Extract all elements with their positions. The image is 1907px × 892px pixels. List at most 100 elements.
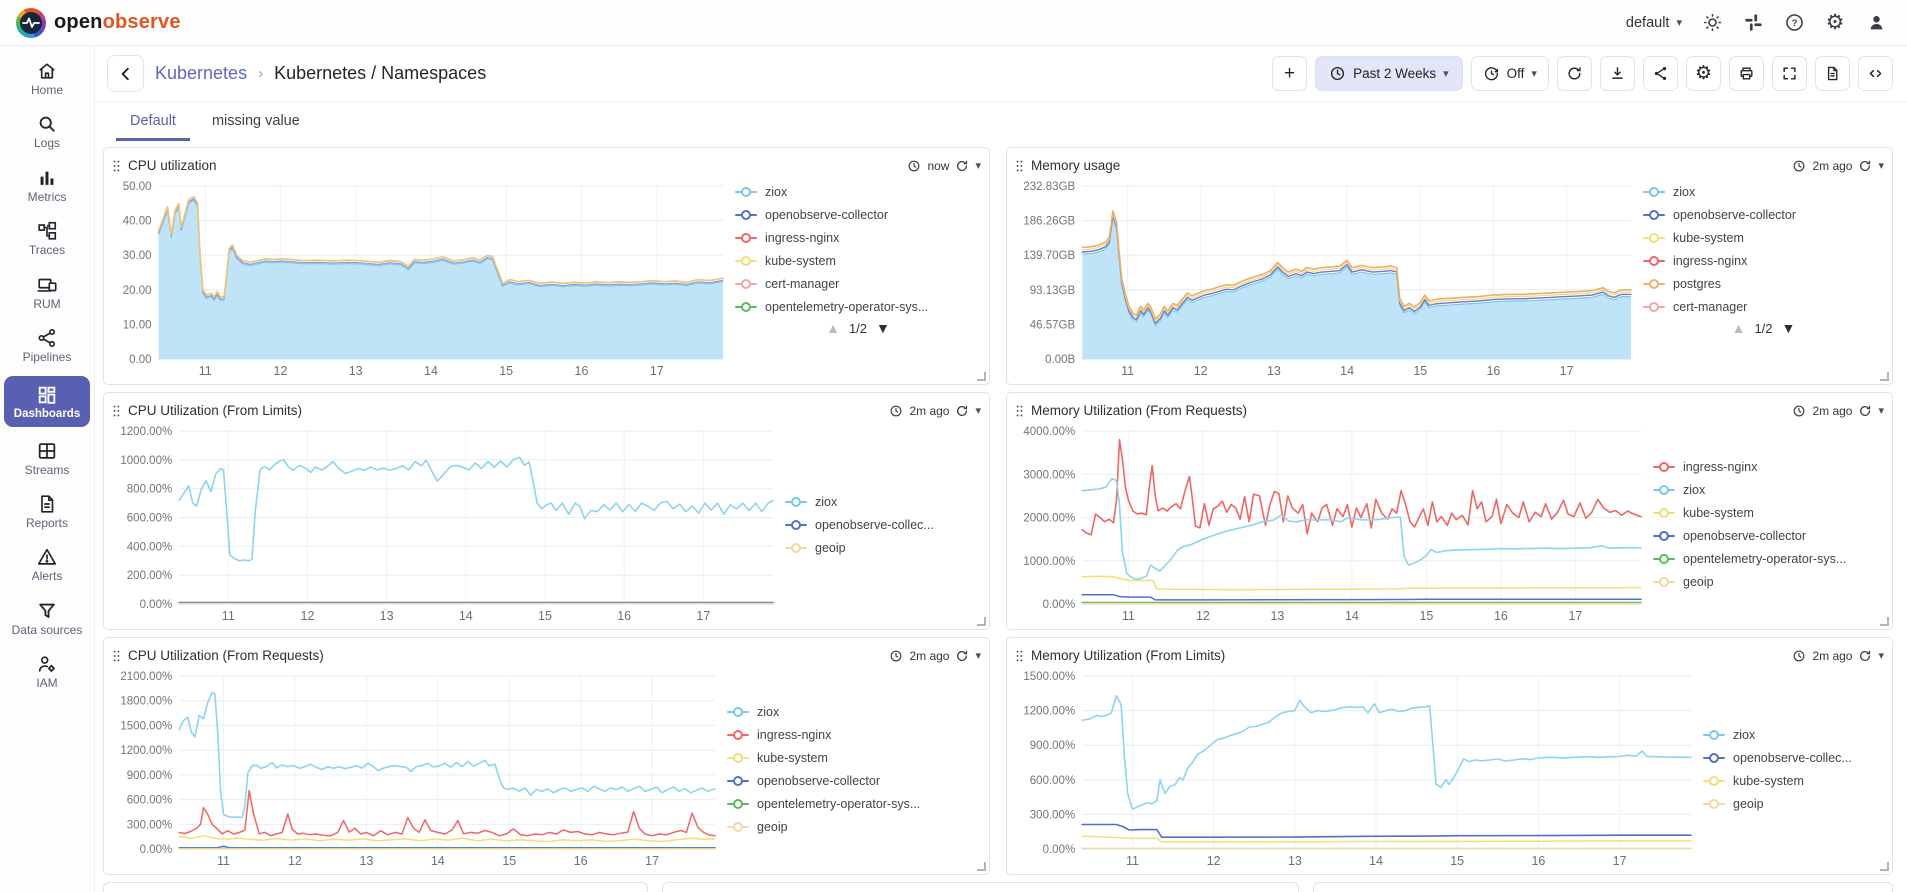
legend-page-down-icon[interactable]: ▼ (1782, 320, 1796, 336)
panel-menu-caret[interactable]: ▾ (1878, 649, 1884, 662)
legend-item[interactable]: kube-system (1653, 502, 1884, 525)
svg-text:14: 14 (1340, 364, 1354, 378)
openobserve-logo[interactable]: openobserve (16, 8, 181, 38)
sidebar-item-logs[interactable]: Logs (4, 108, 90, 153)
fullscreen-button[interactable] (1772, 56, 1807, 91)
chart-canvas[interactable]: 1200.00%1000.00%800.00%600.00%400.00%200… (112, 424, 781, 625)
panel-refresh-button[interactable] (1858, 649, 1872, 663)
legend-label: geoip (757, 820, 788, 834)
chart-canvas[interactable]: 4000.00%3000.00%2000.00%1000.00%0.00%111… (1015, 424, 1649, 625)
legend-marker-icon (1643, 210, 1665, 220)
sidebar-item-pipelines[interactable]: Pipelines (4, 322, 90, 367)
drag-handle-icon[interactable] (112, 649, 121, 663)
panel-refresh-button[interactable] (955, 649, 969, 663)
add-panel-button[interactable]: + (1272, 56, 1307, 91)
legend-item[interactable]: ingress-nginx (735, 226, 981, 249)
dashboard-settings-button[interactable]: ⚙ (1686, 56, 1721, 91)
tab-missing-value[interactable]: missing value (198, 105, 314, 141)
download-button[interactable] (1600, 56, 1635, 91)
legend-item[interactable]: opentelemetry-operator-sys... (1653, 548, 1884, 571)
legend-item[interactable]: openobserve-collec... (785, 513, 981, 536)
legend-item[interactable]: ingress-nginx (727, 724, 981, 747)
svg-text:1200.00%: 1200.00% (120, 745, 172, 757)
sidebar-item-streams[interactable]: Streams (4, 435, 90, 480)
refresh-button[interactable] (1557, 56, 1592, 91)
chart-canvas[interactable]: 2100.00%1800.00%1500.00%1200.00%900.00%6… (112, 669, 723, 870)
legend-item[interactable]: geoip (1703, 793, 1884, 816)
panel-menu-caret[interactable]: ▾ (1878, 404, 1884, 417)
chart-canvas[interactable]: 1500.00%1200.00%900.00%600.00%300.00%0.0… (1015, 669, 1699, 870)
legend-page-up-icon[interactable]: ▲ (1732, 320, 1746, 336)
legend-item[interactable]: ziox (735, 180, 981, 203)
legend-item[interactable]: openobserve-collector (1653, 525, 1884, 548)
panel-menu-caret[interactable]: ▾ (1878, 159, 1884, 172)
drag-handle-icon[interactable] (1015, 159, 1024, 173)
legend-item[interactable]: geoip (1653, 571, 1884, 594)
sidebar-item-data-sources[interactable]: Data sources (4, 595, 90, 640)
panel-menu-caret[interactable]: ▾ (975, 159, 981, 172)
slack-icon[interactable] (1742, 12, 1764, 34)
legend-item[interactable]: opentelemetry-operator-sys... (735, 295, 981, 318)
legend-item[interactable]: ingress-nginx (1653, 456, 1884, 479)
drag-handle-icon[interactable] (1015, 649, 1024, 663)
legend-item[interactable]: ingress-nginx (1643, 249, 1884, 272)
legend-item[interactable]: openobserve-collector (735, 203, 981, 226)
chart-canvas[interactable]: 50.0040.0030.0020.0010.000.0011121314151… (112, 179, 731, 380)
legend-item[interactable]: ziox (1703, 724, 1884, 747)
print-button[interactable] (1729, 56, 1764, 91)
legend-page-up-icon[interactable]: ▲ (826, 320, 840, 336)
legend-page-down-icon[interactable]: ▼ (876, 320, 890, 336)
legend-item[interactable]: opentelemetry-operator-sys... (727, 793, 981, 816)
auto-refresh-picker[interactable]: Off ▾ (1471, 56, 1549, 91)
panel-menu-caret[interactable]: ▾ (975, 404, 981, 417)
help-icon[interactable]: ? (1783, 12, 1805, 34)
sidebar-item-reports[interactable]: Reports (4, 488, 90, 533)
share-button[interactable] (1643, 56, 1678, 91)
funnel-icon (36, 600, 58, 622)
svg-text:15: 15 (1450, 854, 1464, 868)
code-view-button[interactable] (1858, 56, 1893, 91)
breadcrumb-parent-link[interactable]: Kubernetes (155, 63, 247, 84)
drag-handle-icon[interactable] (112, 404, 121, 418)
svg-text:13: 13 (380, 609, 394, 623)
legend-item[interactable]: ziox (785, 490, 981, 513)
panel-refresh-button[interactable] (955, 159, 969, 173)
report-button[interactable] (1815, 56, 1850, 91)
time-range-picker[interactable]: Past 2 Weeks ▾ (1315, 56, 1463, 91)
legend-item[interactable]: openobserve-collector (727, 770, 981, 793)
legend-item[interactable]: openobserve-collector (1643, 203, 1884, 226)
legend-item[interactable]: cert-manager (735, 272, 981, 295)
chart-canvas[interactable]: 232.83GB186.26GB139.70GB93.13GB46.57GB0.… (1015, 179, 1639, 380)
drag-handle-icon[interactable] (1015, 404, 1024, 418)
legend-item[interactable]: ziox (727, 701, 981, 724)
sidebar-item-home[interactable]: Home (4, 55, 90, 100)
sidebar-item-alerts[interactable]: Alerts (4, 541, 90, 586)
legend-item[interactable]: postgres (1643, 272, 1884, 295)
legend-item[interactable]: kube-system (1643, 226, 1884, 249)
legend-item[interactable]: kube-system (1703, 770, 1884, 793)
sidebar-item-iam[interactable]: IAM (4, 648, 90, 693)
tab-default[interactable]: Default (116, 105, 190, 141)
panel-refresh-button[interactable] (1858, 159, 1872, 173)
legend-item[interactable]: ziox (1643, 180, 1884, 203)
legend-item[interactable]: openobserve-collec... (1703, 747, 1884, 770)
sidebar-item-dashboards[interactable]: Dashboards (4, 376, 90, 427)
legend-item[interactable]: kube-system (735, 249, 981, 272)
user-icon[interactable] (1865, 12, 1887, 34)
sidebar-item-rum[interactable]: RUM (4, 269, 90, 314)
drag-handle-icon[interactable] (112, 159, 121, 173)
sidebar-item-traces[interactable]: Traces (4, 215, 90, 260)
back-button[interactable] (107, 55, 144, 92)
settings-gear-icon[interactable]: ⚙ (1824, 12, 1846, 34)
legend-item[interactable]: cert-manager (1643, 295, 1884, 318)
theme-sun-icon[interactable] (1701, 12, 1723, 34)
org-selector[interactable]: default ▾ (1626, 15, 1682, 31)
legend-item[interactable]: ziox (1653, 479, 1884, 502)
legend-item[interactable]: geoip (727, 816, 981, 839)
legend-item[interactable]: geoip (785, 536, 981, 559)
panel-refresh-button[interactable] (955, 404, 969, 418)
legend-item[interactable]: kube-system (727, 747, 981, 770)
sidebar-item-metrics[interactable]: Metrics (4, 162, 90, 207)
panel-refresh-button[interactable] (1858, 404, 1872, 418)
panel-menu-caret[interactable]: ▾ (975, 649, 981, 662)
